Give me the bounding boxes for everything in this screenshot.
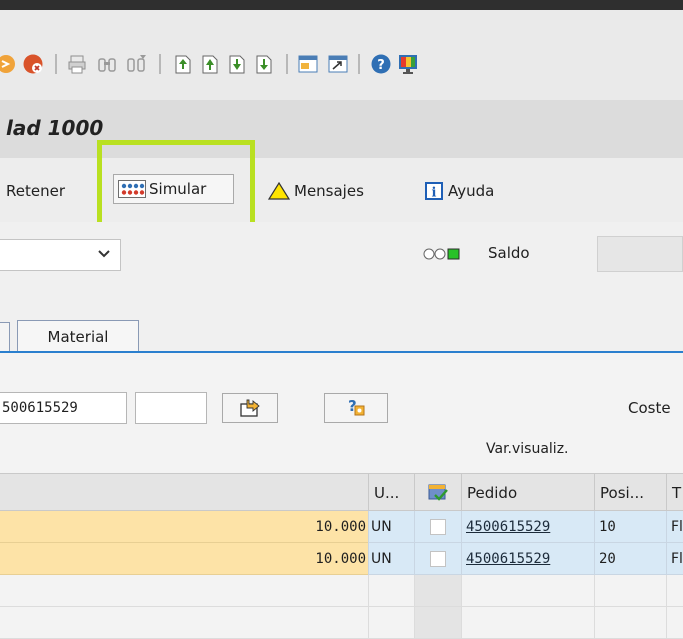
empty-cell: [414, 575, 461, 607]
window-top-strip: [0, 0, 683, 10]
column-header-unit-label: U...: [374, 483, 400, 502]
next-page-icon[interactable]: [226, 53, 248, 75]
traffic-light-icon: [423, 248, 460, 260]
retener-button[interactable]: Retener: [6, 176, 65, 206]
table-row[interactable]: 10.000 UN 4500615529 10 Fl: [0, 511, 683, 543]
row-checkbox[interactable]: [430, 550, 446, 567]
empty-cell: [594, 575, 666, 607]
column-header-quantity[interactable]: [0, 474, 368, 511]
empty-cell: [414, 607, 461, 639]
quantity-cell: 10.000: [0, 511, 368, 543]
t-cell: Fl: [666, 511, 683, 543]
coste-label: Coste: [628, 399, 671, 417]
customize-layout-icon[interactable]: [397, 53, 419, 75]
ayuda-button[interactable]: i Ayuda: [424, 176, 494, 206]
empty-cell: [666, 607, 683, 639]
selection-variant-button[interactable]: ?: [324, 393, 388, 423]
empty-cell: [368, 575, 414, 607]
posicion-cell: 20: [594, 543, 666, 575]
saldo-field: [597, 236, 683, 272]
print-icon[interactable]: [66, 53, 88, 75]
chevron-down-icon: [98, 250, 110, 258]
empty-cell: [594, 607, 666, 639]
empty-cell: [368, 607, 414, 639]
t-cell: Fl: [666, 543, 683, 575]
empty-cell: [461, 575, 594, 607]
column-header-pedido-label: Pedido: [467, 483, 518, 502]
row-checkbox-cell[interactable]: [414, 511, 461, 543]
empty-cell: [461, 607, 594, 639]
pedido-link[interactable]: 4500615529: [466, 519, 550, 535]
toolbar-separator: [286, 54, 288, 74]
column-header-posicion[interactable]: Posi...: [594, 474, 666, 511]
posicion-cell: 10: [594, 511, 666, 543]
ayuda-label: Ayuda: [448, 182, 495, 200]
grid-header: U... Pedido Posi... T: [0, 473, 683, 511]
find-next-icon[interactable]: [126, 53, 148, 75]
svg-text:?: ?: [377, 58, 385, 73]
item-field[interactable]: [135, 392, 207, 424]
pedido-link[interactable]: 4500615529: [466, 551, 550, 567]
document-type-dropdown[interactable]: [0, 239, 121, 271]
find-icon[interactable]: [96, 53, 118, 75]
adopt-button[interactable]: [222, 393, 278, 423]
empty-table-row: [0, 607, 683, 639]
column-header-t-label: T: [672, 483, 682, 502]
adopt-icon: [240, 399, 260, 417]
cancel-icon[interactable]: [22, 53, 44, 75]
table-row[interactable]: 10.000 UN 4500615529 20 Fl: [0, 543, 683, 575]
svg-text:i: i: [432, 186, 437, 201]
toolbar-separator: [55, 54, 57, 74]
tab-material-label: Material: [47, 327, 109, 346]
empty-cell: [0, 575, 368, 607]
mensajes-button[interactable]: Mensajes: [268, 176, 364, 206]
mensajes-label: Mensajes: [294, 182, 364, 200]
column-header-unit[interactable]: U...: [368, 474, 414, 511]
quantity-cell: 10.000: [0, 543, 368, 575]
empty-cell: [0, 607, 368, 639]
check-document-icon: [428, 484, 448, 501]
empty-table-row: [0, 575, 683, 607]
pedido-cell[interactable]: 4500615529: [461, 511, 594, 543]
purchase-order-value: 500615529: [2, 400, 78, 416]
empty-cell: [666, 575, 683, 607]
row-checkbox[interactable]: [430, 518, 446, 535]
help-icon[interactable]: ?: [370, 53, 392, 75]
column-header-pedido[interactable]: Pedido: [461, 474, 594, 511]
row-checkbox-cell[interactable]: [414, 543, 461, 575]
saldo-label: Saldo: [488, 244, 530, 262]
purchase-order-field[interactable]: 500615529: [0, 392, 127, 424]
info-icon: i: [425, 182, 443, 201]
last-page-icon[interactable]: [253, 53, 275, 75]
toolbar-separator: [159, 54, 161, 74]
column-header-t[interactable]: T: [666, 474, 683, 511]
shortcut-icon[interactable]: [327, 53, 349, 75]
column-header-status[interactable]: [414, 474, 461, 511]
tab-previous[interactable]: [0, 322, 10, 352]
page-title: lad 1000: [6, 116, 104, 140]
previous-page-icon[interactable]: [199, 53, 221, 75]
exit-icon[interactable]: [0, 53, 22, 75]
unit-cell: UN: [368, 511, 414, 543]
warning-icon: [268, 182, 290, 200]
column-header-posicion-label: Posi...: [600, 483, 644, 502]
first-page-icon[interactable]: [172, 53, 194, 75]
tab-material[interactable]: Material: [17, 320, 139, 352]
query-icon: ?: [348, 397, 365, 416]
create-session-icon[interactable]: [297, 53, 319, 75]
standard-toolbar: ?: [0, 10, 683, 100]
retener-label: Retener: [6, 182, 65, 200]
display-variant-label: Var.visualiz.: [486, 441, 569, 457]
toolbar-separator: [358, 54, 360, 74]
unit-cell: UN: [368, 543, 414, 575]
pedido-cell[interactable]: 4500615529: [461, 543, 594, 575]
